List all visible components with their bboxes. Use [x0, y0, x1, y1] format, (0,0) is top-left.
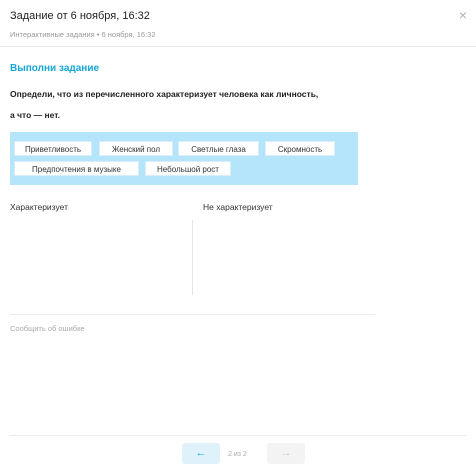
column-characterizes-label: Характеризует — [10, 202, 68, 212]
chip-short-height[interactable]: Небольшой рост — [145, 161, 231, 176]
question-text-line1: Определи, что из перечисленного характер… — [10, 89, 319, 99]
chip-friendliness[interactable]: Приветливость — [14, 141, 92, 156]
question-text-line2: а что — нет. — [10, 110, 61, 120]
task-header: Задание от 6 ноября, 16:32 Интерактивные… — [0, 0, 476, 47]
chip-light-eyes[interactable]: Светлые глаза — [178, 141, 259, 156]
footer-divider — [10, 435, 466, 436]
column-not-characterizes-label: Не характеризует — [203, 202, 273, 212]
close-icon[interactable]: × — [456, 8, 470, 22]
prev-button[interactable]: ← — [182, 443, 220, 464]
drop-zone-characterizes[interactable] — [10, 220, 190, 300]
arrow-left-icon: ← — [195, 447, 207, 459]
chip-music-preferences[interactable]: Предпочтения в музыке — [14, 161, 139, 176]
drop-zone-not-characterizes[interactable] — [196, 220, 376, 300]
page-title: Задание от 6 ноября, 16:32 — [10, 10, 150, 22]
chip-female-sex[interactable]: Женский пол — [99, 141, 173, 156]
answer-chips-area: Приветливость Женский пол Светлые глаза … — [10, 132, 358, 185]
page-subtitle: Интерактивные задания • 6 ноября, 16:32 — [10, 30, 156, 39]
page-indicator: 2 из 2 — [228, 451, 247, 458]
divider — [10, 314, 375, 315]
column-divider — [192, 220, 193, 295]
arrow-right-icon: → — [280, 447, 292, 459]
report-error-link[interactable]: Сообщить об ошибке — [10, 324, 85, 333]
next-button[interactable]: → — [267, 443, 305, 464]
task-heading: Выполни задание — [10, 63, 100, 74]
chip-modesty[interactable]: Скромность — [265, 141, 335, 156]
